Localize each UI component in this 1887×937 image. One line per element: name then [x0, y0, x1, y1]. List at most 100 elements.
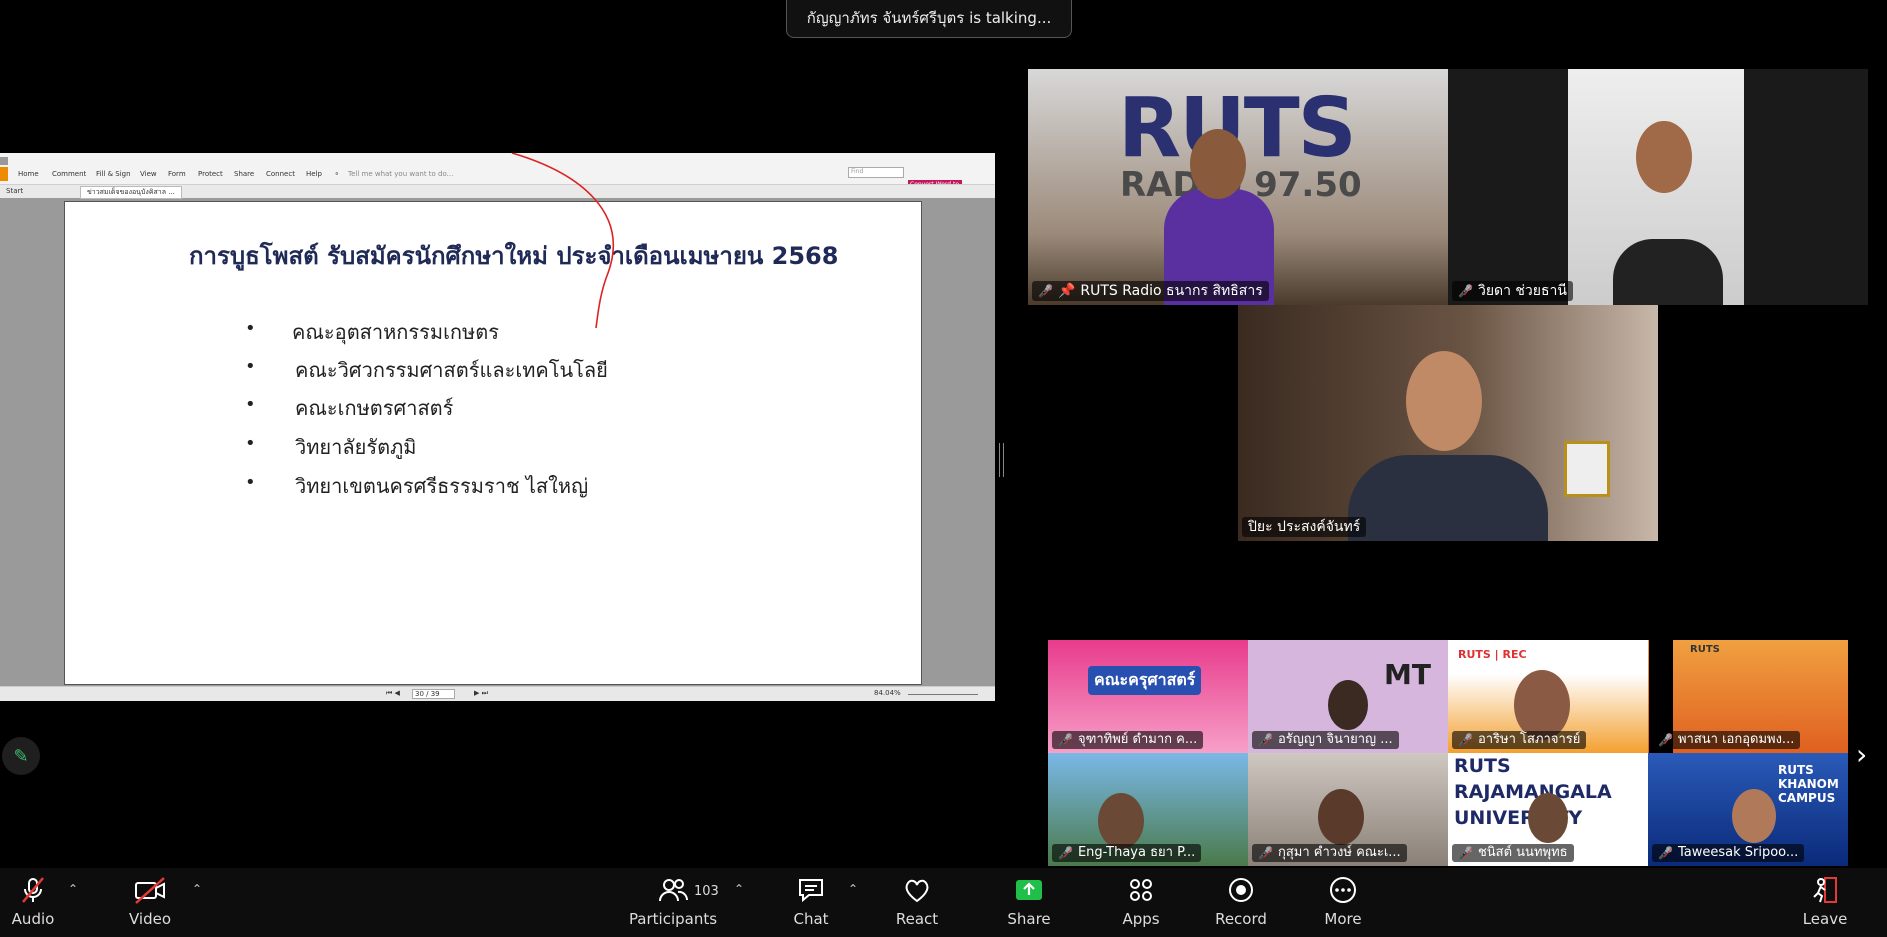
participant-name-tag: 🎤̸ Taweesak Sripoo...	[1652, 844, 1805, 862]
mic-muted-icon: 🎤̸	[1458, 733, 1473, 747]
participant-name: Taweesak Sripoo...	[1677, 845, 1799, 860]
mic-muted-icon: 🎤̸	[1258, 846, 1273, 860]
participant-name: อาริษา โสภาจารย์	[1477, 732, 1581, 747]
share-button[interactable]: Share	[984, 872, 1074, 928]
record-button[interactable]: Record	[1196, 872, 1286, 928]
video-tile-radio[interactable]: RUTS RADIO 97.50 🎤̸ 📌 RUTS Radio ธนากร ส…	[1028, 69, 1448, 305]
gallery-tile[interactable]: RUTS | REC 🎤̸ อาริษา โสภาจารย์	[1448, 640, 1648, 753]
participant-head	[1514, 670, 1570, 740]
more-button[interactable]: More	[1298, 872, 1388, 928]
participant-name: ปิยะ ประสงค์จันทร์	[1248, 519, 1361, 535]
zoom-level[interactable]: 84.04%	[874, 689, 901, 697]
gallery-tile[interactable]: RUTS 🎤̸ พาสนา เอกอุดมพง...	[1648, 640, 1848, 753]
video-options-caret-icon[interactable]: ⌃	[192, 882, 202, 896]
participant-figure	[1348, 455, 1548, 541]
react-button[interactable]: React	[872, 872, 962, 928]
gallery-tile[interactable]: MT 🎤̸ อรัญญา จินายาญ ...	[1248, 640, 1448, 753]
apps-icon	[1126, 872, 1156, 908]
mic-muted-icon: 🎤̸	[1058, 846, 1073, 860]
meeting-toolbar: Audio ⌃ Video ⌃ Participants 103 ⌃ Chat …	[0, 868, 1887, 937]
gallery-tile[interactable]: RUTS RAJAMANGALA UNIVERSITY 🎤̸ ชนิสต์ นนท…	[1448, 753, 1648, 866]
annotation-stroke	[511, 153, 614, 329]
participant-figure	[1613, 239, 1723, 305]
participant-head	[1528, 793, 1568, 843]
record-label: Record	[1215, 910, 1267, 928]
active-speaker-banner: กัญญาภัทร จันทร์ศรีบุตร is talking...	[786, 0, 1072, 38]
audio-label: Audio	[11, 910, 55, 928]
tile-background-text: RUTS | REC	[1458, 648, 1527, 661]
annotate-pencil-icon[interactable]: ✎	[2, 737, 40, 775]
tile-background-text: RUTS KHANOM CAMPUS	[1778, 763, 1839, 805]
participant-head	[1190, 129, 1246, 199]
participant-name: Eng-Thaya ธยา P...	[1077, 845, 1196, 860]
camera-off-icon	[133, 872, 167, 908]
participant-name-tag: 🎤̸ กุสุมา คำวงษ์ คณะเ...	[1252, 844, 1407, 862]
participant-head	[1098, 793, 1144, 849]
mic-muted-icon	[18, 872, 48, 908]
participant-name-tag: 🎤̸ พาสนา เอกอุดมพง...	[1652, 731, 1801, 749]
chat-icon	[796, 872, 826, 908]
gallery-tile[interactable]: 🎤̸ Eng-Thaya ธยา P...	[1048, 753, 1248, 866]
participant-name-tag: 🎤̸ อรัญญา จินายาญ ...	[1252, 731, 1399, 749]
participant-head	[1328, 680, 1368, 730]
heart-icon	[902, 872, 932, 908]
gallery-tile[interactable]: RUTS KHANOM CAMPUS 🎤̸ Taweesak Sripoo...	[1648, 753, 1848, 866]
pin-icon: 📌	[1057, 283, 1076, 299]
participant-name-tag: 🎤̸ จุฑาทิพย์ ดำมาก ค...	[1052, 731, 1204, 749]
picture-frame	[1564, 441, 1610, 497]
participant-head	[1636, 121, 1692, 193]
mic-muted-icon: 🎤̸	[1038, 284, 1053, 298]
mic-muted-icon: 🎤̸	[1658, 846, 1673, 860]
record-icon	[1226, 872, 1256, 908]
participant-name: วิยดา ช่วยธานี	[1477, 283, 1567, 299]
react-label: React	[895, 910, 939, 928]
gallery-next-icon[interactable]: ›	[1856, 738, 1867, 771]
participants-options-caret-icon[interactable]: ⌃	[734, 882, 744, 896]
participants-icon	[658, 872, 688, 908]
more-label: More	[1324, 910, 1362, 928]
participants-button[interactable]: Participants	[628, 872, 718, 928]
video-button[interactable]: Video	[105, 872, 195, 928]
participant-count: 103	[694, 884, 719, 899]
participant-name: RUTS Radio ธนากร สิทธิสาร	[1080, 283, 1263, 299]
audio-options-caret-icon[interactable]: ⌃	[68, 882, 78, 896]
pdf-status-bar: ⏮ ◀ 30 / 39 ▶ ⏭ 84.04%	[0, 686, 995, 701]
panel-splitter[interactable]	[999, 443, 1004, 477]
participant-head	[1732, 789, 1776, 843]
zoom-slider[interactable]	[908, 694, 978, 695]
chat-button[interactable]: Chat	[766, 872, 856, 928]
participant-name-tag: 🎤̸ 📌 RUTS Radio ธนากร สิทธิสาร	[1032, 281, 1269, 301]
leave-label: Leave	[1802, 910, 1848, 928]
gallery-tile[interactable]: 🎤̸ กุสุมา คำวงษ์ คณะเ...	[1248, 753, 1448, 866]
more-icon	[1328, 872, 1358, 908]
tile-background-text: คณะครุศาสตร์	[1088, 666, 1202, 695]
video-tile-piya[interactable]: ปิยะ ประสงค์จันทร์	[1238, 305, 1658, 541]
apps-label: Apps	[1122, 910, 1160, 928]
participant-name: อรัญญา จินายาญ ...	[1277, 732, 1393, 747]
participant-name-tag: 🎤̸ วิยดา ช่วยธานี	[1452, 281, 1573, 301]
mic-muted-icon: 🎤̸	[1658, 733, 1673, 747]
participant-head	[1318, 789, 1364, 845]
mic-muted-icon: 🎤̸	[1458, 846, 1473, 860]
gallery-tile[interactable]: คณะครุศาสตร์ 🎤̸ จุฑาทิพย์ ดำมาก ค...	[1048, 640, 1248, 753]
chat-label: Chat	[793, 910, 829, 928]
video-label: Video	[128, 910, 172, 928]
audio-button[interactable]: Audio	[0, 872, 78, 928]
participant-name: จุฑาทิพย์ ดำมาก ค...	[1077, 732, 1198, 747]
page-nav-forward-icons[interactable]: ▶ ⏭	[474, 689, 488, 698]
share-screen-icon	[1013, 872, 1045, 908]
participant-name-tag: 🎤̸ ชนิสต์ นนทพุทธ	[1452, 844, 1574, 862]
participant-name: ชนิสต์ นนทพุทธ	[1477, 845, 1568, 860]
page-nav-icons[interactable]: ⏮ ◀	[386, 689, 400, 698]
mic-muted-icon: 🎤̸	[1058, 733, 1073, 747]
share-label: Share	[1007, 910, 1051, 928]
chat-options-caret-icon[interactable]: ⌃	[848, 882, 858, 896]
leave-button[interactable]: Leave	[1780, 872, 1870, 928]
video-tile-wiyada[interactable]: 🎤̸ วิยดา ช่วยธานี	[1448, 69, 1868, 305]
apps-button[interactable]: Apps	[1096, 872, 1186, 928]
page-indicator[interactable]: 30 / 39	[412, 689, 455, 699]
participant-name-tag: 🎤̸ อาริษา โสภาจารย์	[1452, 731, 1587, 749]
participant-name: พาสนา เอกอุดมพง...	[1677, 732, 1795, 747]
leave-icon	[1810, 872, 1840, 908]
participant-name-tag: 🎤̸ Eng-Thaya ธยา P...	[1052, 844, 1202, 862]
